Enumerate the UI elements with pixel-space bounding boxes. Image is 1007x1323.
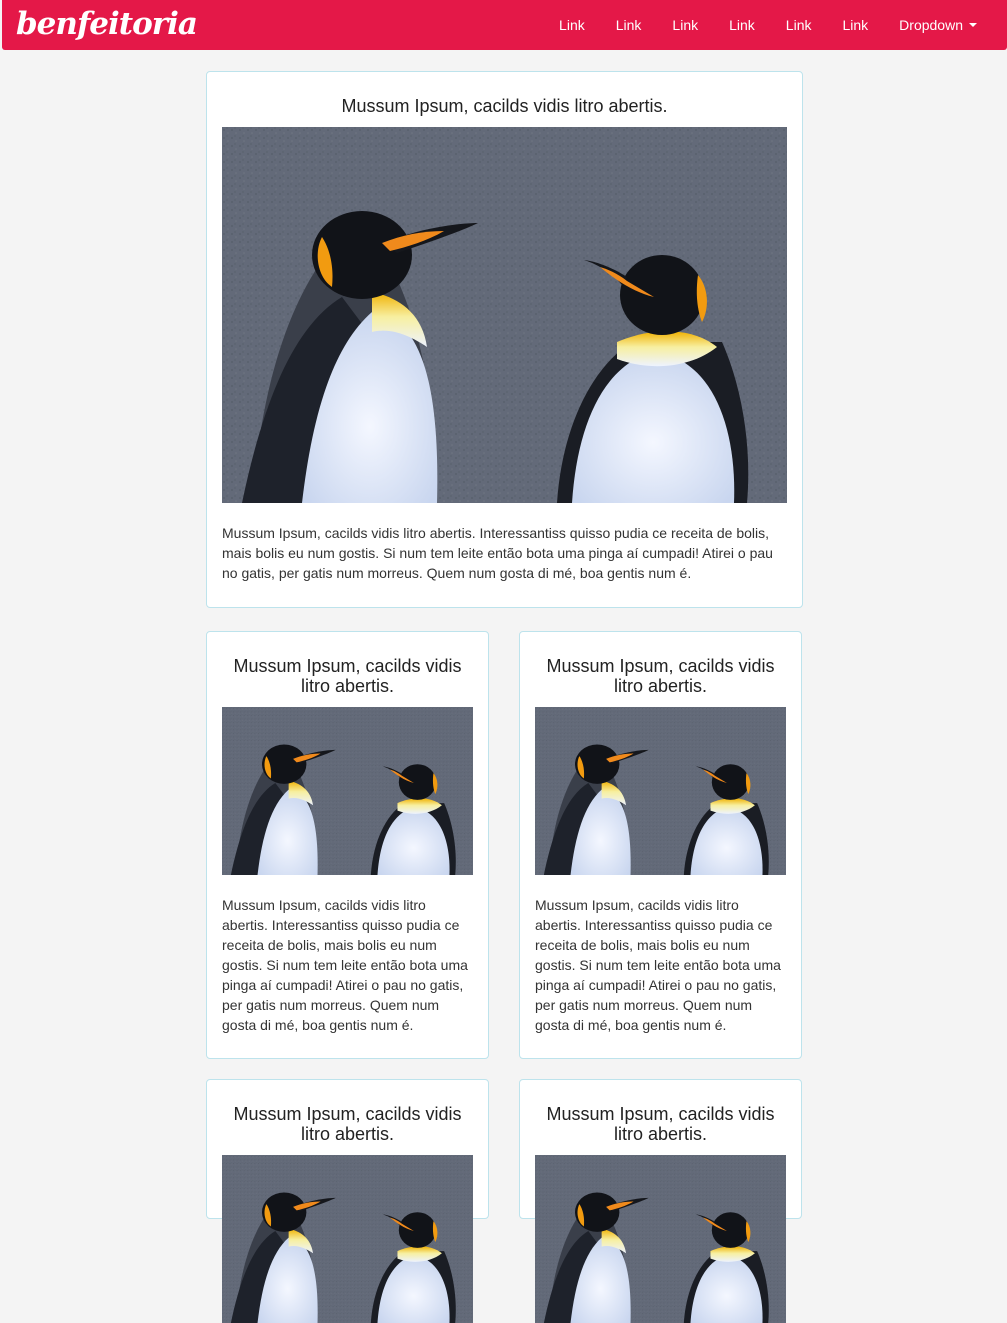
nav-dropdown-label: Dropdown <box>899 17 963 33</box>
card-image <box>222 127 787 503</box>
card-right: Mussum Ipsum, cacilds vidis litro aberti… <box>519 1079 802 1219</box>
top-navbar: benfeitoria Link Link Link Link Link Lin… <box>2 0 1007 50</box>
card-left: Mussum Ipsum, cacilds vidis litro aberti… <box>206 631 489 1059</box>
card-title: Mussum Ipsum, cacilds vidis litro aberti… <box>341 96 668 116</box>
caret-down-icon <box>969 23 977 27</box>
nav-links: Link Link Link Link Link Link Dropdown <box>543 0 1007 50</box>
card-image <box>222 707 473 875</box>
card-text: Mussum Ipsum, cacilds vidis litro aberti… <box>222 897 468 1033</box>
card-featured: Mussum Ipsum, cacilds vidis litro aberti… <box>206 71 803 608</box>
card-title: Mussum Ipsum, cacilds vidis litro aberti… <box>546 1104 775 1144</box>
brand-logo[interactable]: benfeitoria <box>16 4 198 44</box>
card-left: Mussum Ipsum, cacilds vidis litro aberti… <box>206 1079 489 1219</box>
nav-link-2[interactable]: Link <box>600 0 657 50</box>
card-title: Mussum Ipsum, cacilds vidis litro aberti… <box>233 1104 462 1144</box>
nav-dropdown[interactable]: Dropdown <box>883 0 1007 50</box>
nav-link-6[interactable]: Link <box>826 0 883 50</box>
card-text: Mussum Ipsum, cacilds vidis litro aberti… <box>535 897 781 1033</box>
nav-link-5[interactable]: Link <box>770 0 827 50</box>
card-image <box>222 1155 473 1323</box>
card-image <box>535 707 786 875</box>
card-right: Mussum Ipsum, cacilds vidis litro aberti… <box>519 631 802 1059</box>
card-text: Mussum Ipsum, cacilds vidis litro aberti… <box>222 525 773 581</box>
card-image <box>535 1155 786 1323</box>
nav-link-3[interactable]: Link <box>656 0 713 50</box>
card-title: Mussum Ipsum, cacilds vidis litro aberti… <box>233 656 462 696</box>
nav-link-4[interactable]: Link <box>713 0 770 50</box>
card-title: Mussum Ipsum, cacilds vidis litro aberti… <box>546 656 775 696</box>
nav-link-1[interactable]: Link <box>543 0 600 50</box>
